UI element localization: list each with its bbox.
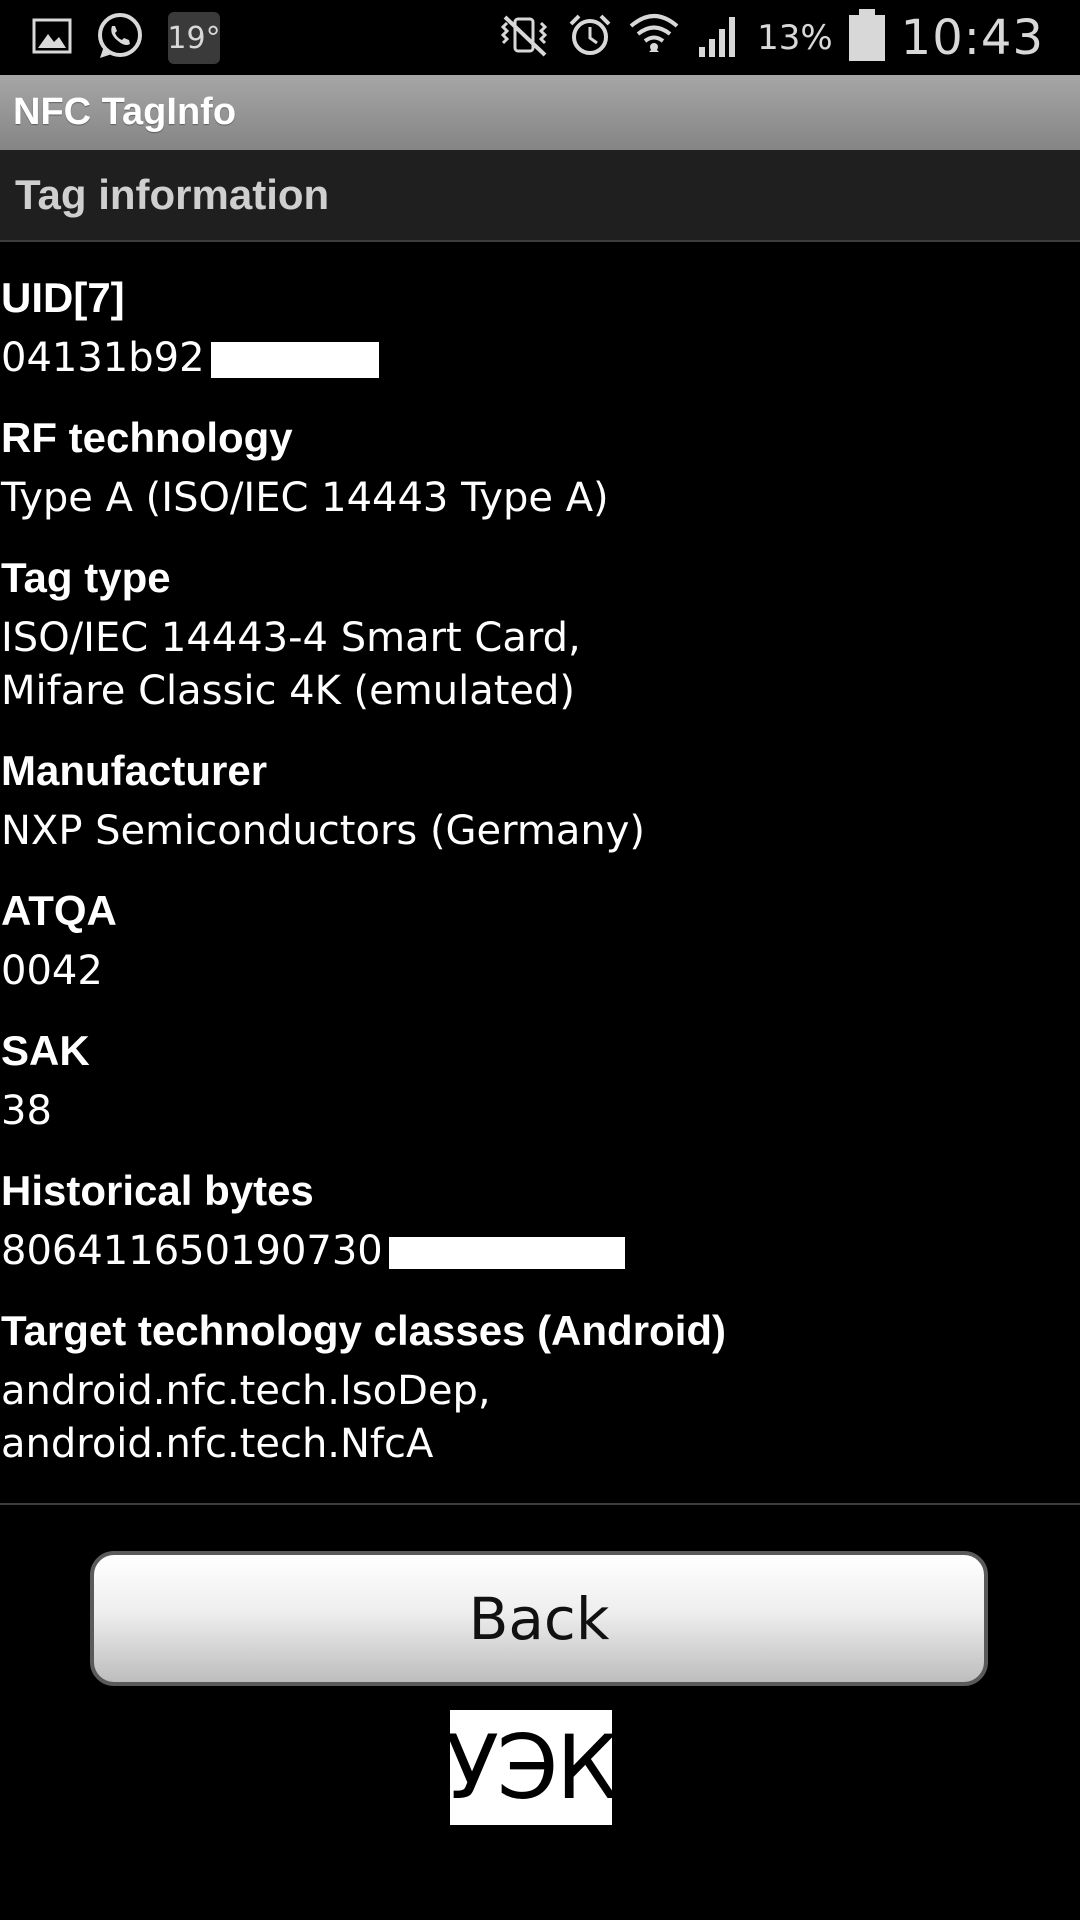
field-value: 04131b92 [0,332,1080,385]
field-label: UID[7] [1,274,125,321]
title-bar: NFC TagInfo [0,75,1080,150]
field-value: NXP Semiconductors (Germany) [0,805,1080,858]
redaction-box [388,1237,625,1269]
watermark-label: УЭК [445,1710,619,1825]
weather-temp-icon: 19° [167,12,221,64]
tech-class-line: android.nfc.tech.IsoDep, [1,1368,491,1414]
back-button-label: Back [468,1584,610,1653]
back-button[interactable]: Back [90,1551,988,1686]
field-value: Type A (ISO/IEC 14443 Type A) [0,472,1080,525]
tag-type-value-line: Mifare Classic 4K (emulated) [1,668,576,714]
tag-info-list: UID[7] 04131b92 RF technology Type A (IS… [0,270,1080,1496]
field-atqa: ATQA 0042 [0,883,1080,998]
app-title: NFC TagInfo [13,91,237,133]
field-value: android.nfc.tech.IsoDep, android.nfc.tec… [0,1365,1080,1471]
section-header: Tag information [0,150,1080,242]
field-label: Tag type [1,554,171,601]
field-label: Manufacturer [1,747,268,794]
field-value: 0042 [0,945,1080,998]
field-label: SAK [1,1027,90,1074]
battery-icon [847,7,887,68]
signal-icon [695,11,743,64]
field-rf-technology: RF technology Type A (ISO/IEC 14443 Type… [0,410,1080,525]
field-label: RF technology [1,414,293,461]
battery-percent: 13% [757,17,833,58]
field-sak: SAK 38 [0,1023,1080,1138]
sak-value: 38 [1,1088,52,1134]
redaction-box [210,342,379,378]
field-historical-bytes: Historical bytes 806411650190730 [0,1163,1080,1278]
gallery-icon [32,18,72,59]
field-value: 806411650190730 [0,1225,1080,1278]
tech-class-line: android.nfc.tech.NfcA [1,1421,434,1467]
status-bar: 19° 13% 10:43 [0,0,1080,75]
field-value: 38 [0,1085,1080,1138]
notification-icons: 19° [32,8,221,68]
field-target-technology: Target technology classes (Android) andr… [0,1303,1080,1471]
screen: 19° 13% 10:43 NFC TagInfo Tag informatio… [0,0,1080,1920]
field-label: Historical bytes [1,1167,314,1214]
field-tag-type: Tag type ISO/IEC 14443-4 Smart Card, Mif… [0,550,1080,718]
wifi-icon [627,10,681,65]
tag-type-value-line: ISO/IEC 14443-4 Smart Card, [1,615,581,661]
field-uid: UID[7] 04131b92 [0,270,1080,385]
field-value: ISO/IEC 14443-4 Smart Card, Mifare Class… [0,612,1080,718]
whatsapp-icon [94,10,146,67]
alarm-icon [567,12,613,63]
system-icons: 13% 10:43 [495,0,1044,75]
vibrate-mute-icon [495,13,553,62]
manufacturer-value: NXP Semiconductors (Germany) [1,808,646,854]
clock: 10:43 [900,9,1044,66]
field-manufacturer: Manufacturer NXP Semiconductors (Germany… [0,743,1080,858]
field-label: Target technology classes (Android) [1,1307,727,1354]
field-label: ATQA [1,887,117,934]
rf-technology-value: Type A (ISO/IEC 14443 Type A) [1,475,609,521]
divider [0,1503,1080,1505]
historical-bytes-value: 806411650190730 [1,1228,383,1274]
uid-value: 04131b92 [1,335,205,381]
atqa-value: 0042 [1,948,103,994]
section-title: Tag information [15,171,330,218]
